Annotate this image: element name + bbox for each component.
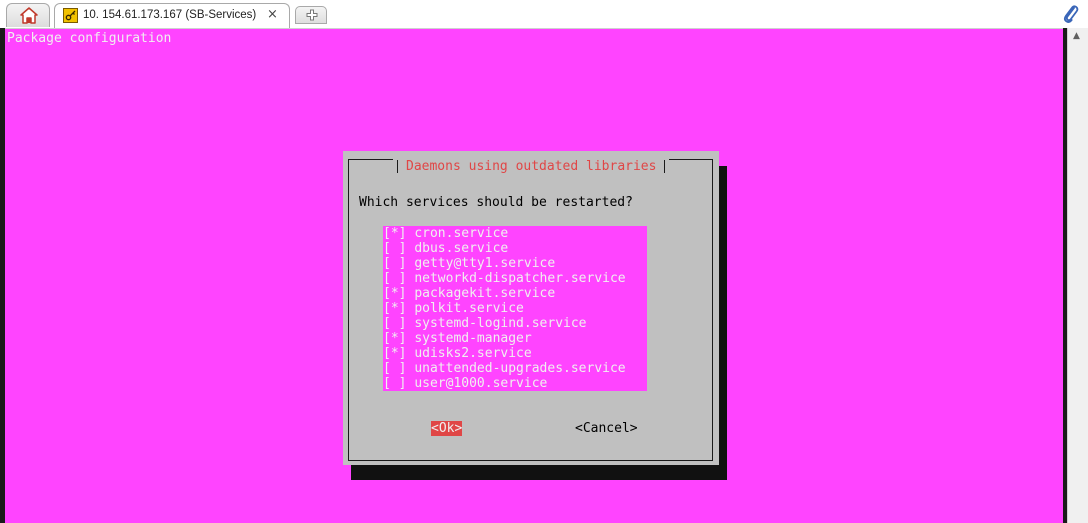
- checkbox: [ ]: [383, 316, 407, 331]
- checkbox: [ ]: [383, 376, 407, 391]
- list-item-unattended-upgrades[interactable]: [ ] unattended-upgrades.service: [383, 361, 626, 376]
- list-item-packagekit[interactable]: [*] packagekit.service: [383, 286, 555, 301]
- key-icon: [63, 8, 78, 23]
- service-checklist[interactable]: [*] cron.service [ ] dbus.service [ ] ge…: [383, 226, 647, 391]
- dialog-title-bar: Daemons using outdated libraries: [393, 159, 670, 174]
- checkbox: [*]: [383, 346, 407, 361]
- service-name: polkit.service: [414, 301, 524, 316]
- service-name: packagekit.service: [414, 286, 556, 301]
- package-configuration-header: Package configuration: [7, 31, 172, 46]
- checkbox: [ ]: [383, 256, 407, 271]
- checkbox: [ ]: [383, 361, 407, 376]
- terminal-screen[interactable]: Package configuration Daemons using outd…: [5, 29, 1063, 523]
- service-name: networkd-dispatcher.service: [414, 271, 626, 286]
- list-item-cron[interactable]: [*] cron.service: [383, 226, 508, 241]
- list-item-user-1000[interactable]: [ ] user@1000.service: [383, 376, 547, 391]
- home-icon: [20, 7, 38, 24]
- list-item-networkd-dispatcher[interactable]: [ ] networkd-dispatcher.service: [383, 271, 626, 286]
- restart-services-dialog: Daemons using outdated libraries Which s…: [343, 151, 719, 465]
- vertical-scrollbar[interactable]: ▲: [1067, 28, 1088, 523]
- checkbox: [*]: [383, 331, 407, 346]
- service-name: systemd-manager: [414, 331, 532, 346]
- tab-bar: 10. 154.61.173.167 (SB-Services) ×: [0, 0, 1088, 29]
- ok-button[interactable]: <Ok>: [431, 421, 463, 436]
- new-tab-button[interactable]: [295, 6, 327, 24]
- list-item-udisks2[interactable]: [*] udisks2.service: [383, 346, 532, 361]
- list-item-systemd-manager[interactable]: [*] systemd-manager: [383, 331, 532, 346]
- list-item-dbus[interactable]: [ ] dbus.service: [383, 241, 508, 256]
- title-left-tick: [397, 160, 398, 173]
- tab-close-button[interactable]: ×: [267, 7, 278, 22]
- service-name: cron.service: [414, 226, 509, 241]
- service-name: systemd-logind.service: [414, 316, 587, 331]
- app-window: 10. 154.61.173.167 (SB-Services) × Packa…: [0, 0, 1088, 523]
- tab-title: 10. 154.61.173.167 (SB-Services): [83, 9, 257, 21]
- checkbox: [*]: [383, 286, 407, 301]
- list-item-getty[interactable]: [ ] getty@tty1.service: [383, 256, 555, 271]
- service-name: udisks2.service: [414, 346, 532, 361]
- checkbox: [*]: [383, 301, 407, 316]
- dialog-title: Daemons using outdated libraries: [406, 159, 657, 174]
- service-name: user@1000.service: [414, 376, 548, 391]
- title-right-tick: [664, 160, 666, 173]
- checkbox: [ ]: [383, 271, 407, 286]
- list-item-systemd-logind[interactable]: [ ] systemd-logind.service: [383, 316, 587, 331]
- service-name: unattended-upgrades.service: [414, 361, 626, 376]
- scroll-up-arrow-icon[interactable]: ▲: [1073, 31, 1080, 41]
- home-tab[interactable]: [6, 3, 50, 27]
- cancel-button[interactable]: <Cancel>: [575, 421, 638, 436]
- checkbox: [ ]: [383, 241, 407, 256]
- list-item-polkit[interactable]: [*] polkit.service: [383, 301, 524, 316]
- paperclip-icon[interactable]: [1062, 4, 1080, 24]
- checkbox: [*]: [383, 226, 407, 241]
- dialog-question: Which services should be restarted?: [359, 195, 633, 210]
- service-name: dbus.service: [414, 241, 509, 256]
- tab-session[interactable]: 10. 154.61.173.167 (SB-Services) ×: [54, 3, 290, 28]
- plus-icon: [306, 9, 318, 21]
- service-name: getty@tty1.service: [414, 256, 556, 271]
